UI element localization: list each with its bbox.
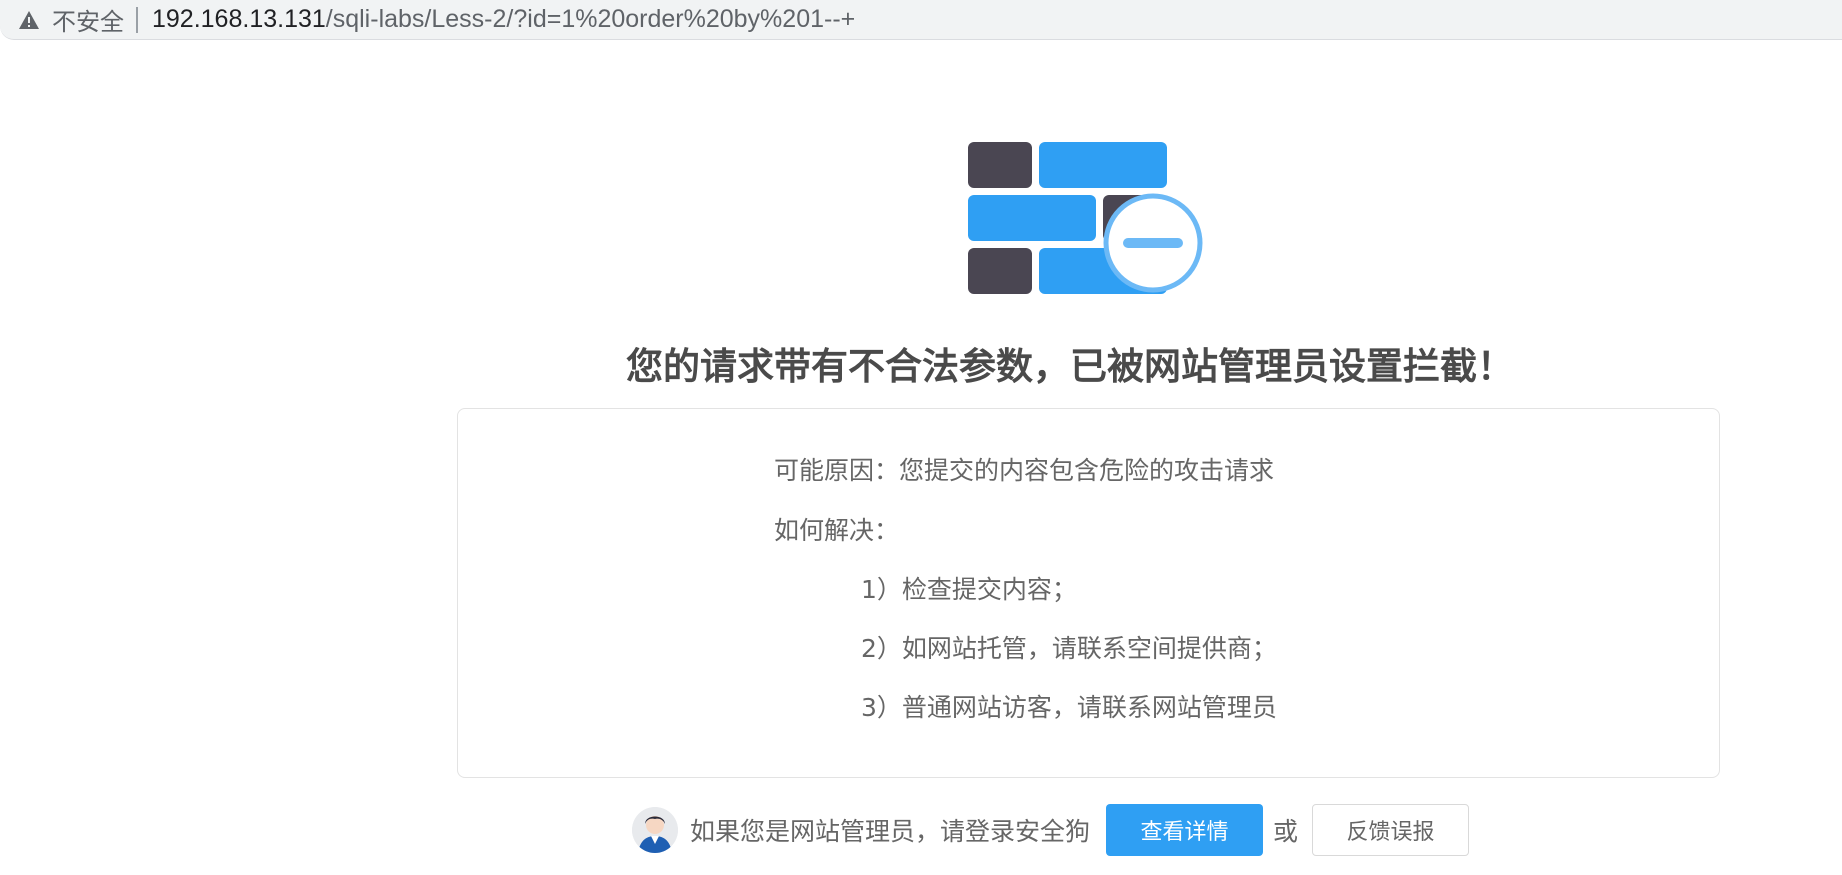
info-card: 可能原因：您提交的内容包含危险的攻击请求 如何解决： 1）检查提交内容； 2）如… [457, 408, 1720, 778]
possible-reason-text: 可能原因：您提交的内容包含危险的攻击请求 [774, 456, 1275, 485]
url-host: 192.168.13.131 [152, 5, 326, 33]
admin-login-prompt: 如果您是网站管理员，请登录安全狗 [690, 817, 1091, 846]
security-status-label[interactable]: 不安全 [52, 2, 124, 37]
warning-triangle-icon[interactable] [18, 10, 40, 30]
view-details-button[interactable]: 查看详情 [1106, 804, 1264, 856]
page-title: 您的请求带有不合法参数，已被网站管理员设置拦截！ [626, 345, 1514, 388]
address-separator [136, 6, 138, 33]
firewall-block-icon [968, 142, 1208, 297]
admin-avatar-icon [632, 807, 678, 853]
browser-address-bar[interactable]: 不安全 192.168.13.131/sqli-labs/Less-2/?id=… [0, 0, 1842, 40]
admin-footer: 如果您是网站管理员，请登录安全狗 查看详情 或 反馈误报 [632, 804, 1470, 856]
url-text[interactable]: 192.168.13.131/sqli-labs/Less-2/?id=1%20… [152, 5, 855, 34]
solution-step: 1）检查提交内容； [861, 575, 1077, 604]
solution-heading: 如何解决： [774, 516, 900, 545]
solution-step: 3）普通网站访客，请联系网站管理员 [861, 693, 1277, 722]
or-text: 或 [1273, 817, 1299, 846]
solution-step: 2）如网站托管，请联系空间提供商； [861, 634, 1277, 663]
url-path: /sqli-labs/Less-2/?id=1%20order%20by%201… [325, 5, 856, 33]
report-false-positive-button[interactable]: 反馈误报 [1312, 804, 1470, 856]
